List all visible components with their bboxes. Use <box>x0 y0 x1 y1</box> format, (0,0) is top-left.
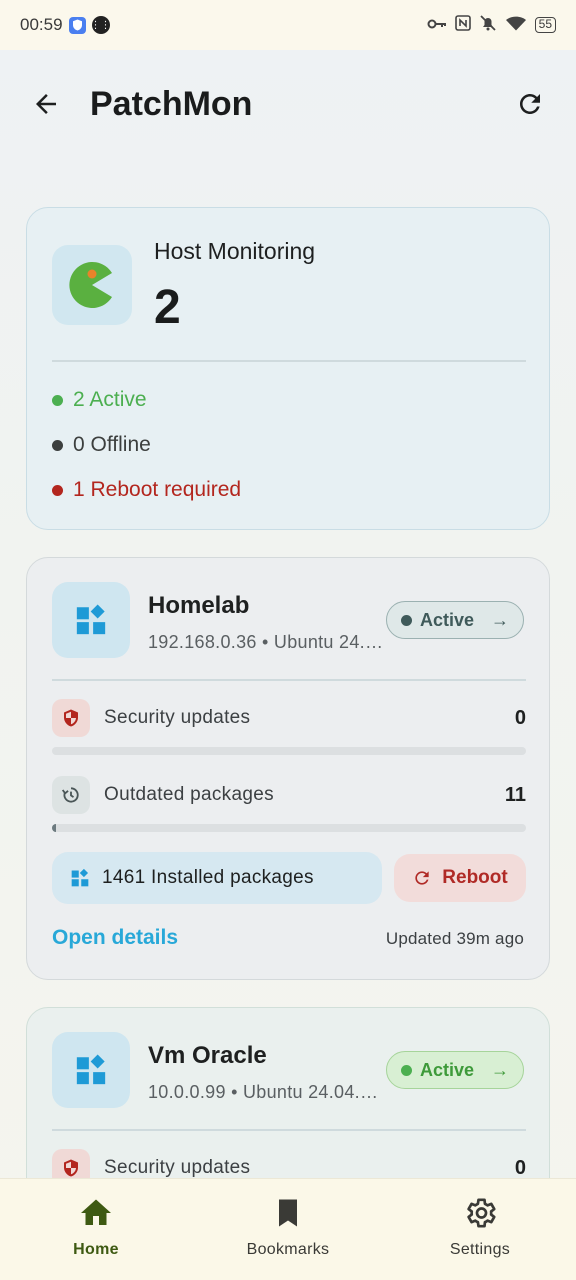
apps-icon <box>71 868 89 887</box>
arrow-right-icon: → <box>491 609 509 630</box>
host-card-vm-oracle[interactable]: Vm Oracle 10.0.0.99 • Ubuntu 24.04.3 LTS… <box>26 1007 550 1207</box>
host-card-homelab[interactable]: Homelab 192.168.0.36 • Ubuntu 24.04.3 LT… <box>26 557 550 980</box>
arrow-left-icon <box>36 94 56 114</box>
apps-icon <box>76 1054 106 1085</box>
app-bar: PatchMon <box>0 50 576 158</box>
host-icon <box>52 582 130 658</box>
status-dot <box>52 484 63 496</box>
apps-icon <box>76 604 106 635</box>
metric-value: 0 <box>514 1156 526 1179</box>
updated-timestamp: Updated 39m ago <box>385 929 524 948</box>
status-chip-label: Active <box>420 609 475 630</box>
host-name: Vm Oracle <box>148 1042 267 1069</box>
refresh-button[interactable] <box>512 86 548 122</box>
metric-value: 0 <box>514 706 526 729</box>
stat-active: 2 Active <box>52 388 147 412</box>
status-chip[interactable]: Active → <box>386 601 524 639</box>
host-summary-card: Host Monitoring 2 2 Active 0 Offline 1 R… <box>26 207 550 530</box>
open-details-link[interactable]: Open details <box>52 926 178 950</box>
status-dot <box>401 614 412 626</box>
stat-offline: 0 Offline <box>52 433 151 457</box>
nav-label: Settings <box>449 1241 511 1258</box>
host-address-os: 10.0.0.99 • Ubuntu 24.04.3 LTS <box>148 1082 388 1102</box>
restart-icon <box>415 871 429 885</box>
status-time: 00:59 <box>20 15 63 34</box>
status-dot <box>52 439 63 451</box>
status-chip-label: Active <box>420 1059 475 1080</box>
back-button[interactable] <box>28 86 64 122</box>
nav-settings[interactable]: Settings <box>384 1179 576 1280</box>
security-icon-box <box>52 699 90 737</box>
shield-icon <box>64 709 78 727</box>
status-bar: 00:59 ⋮⋮ 55 <box>0 0 576 50</box>
arrow-right-icon: → <box>491 1059 509 1080</box>
history-icon <box>61 787 79 803</box>
status-dot <box>401 1064 412 1076</box>
vpn-shield-icon <box>68 16 86 34</box>
bottom-navigation: Home Bookmarks Settings <box>0 1178 576 1280</box>
security-progress <box>52 747 526 755</box>
installed-packages-button[interactable]: 1461 Installed packages <box>52 852 382 904</box>
nfc-icon <box>454 14 471 36</box>
app-grid-icon: ⋮⋮ <box>91 16 111 34</box>
page-title: PatchMon <box>90 84 253 123</box>
battery-indicator: 55 <box>534 17 556 33</box>
bookmark-icon <box>279 1199 297 1227</box>
stat-label: 2 Active <box>73 388 147 411</box>
key-icon <box>427 15 447 35</box>
host-icon <box>52 1032 130 1108</box>
outdated-progress <box>52 824 526 832</box>
outdated-packages-row: Outdated packages 11 <box>52 776 526 814</box>
stat-label: 0 Offline <box>73 433 151 456</box>
installed-packages-label: 1461 Installed packages <box>102 867 314 888</box>
gear-icon <box>467 1198 496 1228</box>
bell-off-icon <box>479 14 497 37</box>
security-updates-row: Security updates 0 <box>52 699 526 737</box>
status-chip[interactable]: Active → <box>386 1051 524 1089</box>
metric-label: Security updates <box>104 707 251 728</box>
divider <box>52 679 526 681</box>
refresh-icon <box>520 94 540 114</box>
reboot-label: Reboot <box>442 867 508 888</box>
status-dot <box>52 394 63 406</box>
divider <box>52 1129 526 1131</box>
wifi-icon <box>505 15 527 36</box>
host-address-os: 192.168.0.36 • Ubuntu 24.04.3 LTS <box>148 632 388 652</box>
summary-count: 2 <box>154 281 181 334</box>
host-name: Homelab <box>148 592 250 619</box>
patchmon-logo <box>52 245 132 325</box>
metric-label: Outdated packages <box>104 784 274 805</box>
reboot-button[interactable]: Reboot <box>394 854 526 902</box>
stat-label: 1 Reboot required <box>73 478 242 501</box>
stat-reboot-required: 1 Reboot required <box>52 478 241 502</box>
outdated-icon-box <box>52 776 90 814</box>
nav-home[interactable]: Home <box>0 1179 192 1280</box>
home-icon <box>81 1199 111 1225</box>
metric-value: 11 <box>504 783 526 806</box>
outdated-progress-fill <box>52 824 56 832</box>
nav-label: Bookmarks <box>246 1241 330 1258</box>
nav-bookmarks[interactable]: Bookmarks <box>192 1179 384 1280</box>
metric-label: Security updates <box>104 1157 251 1178</box>
divider <box>52 360 526 362</box>
summary-label: Host Monitoring <box>154 238 316 264</box>
shield-icon <box>64 1159 78 1177</box>
nav-label: Home <box>73 1241 119 1258</box>
